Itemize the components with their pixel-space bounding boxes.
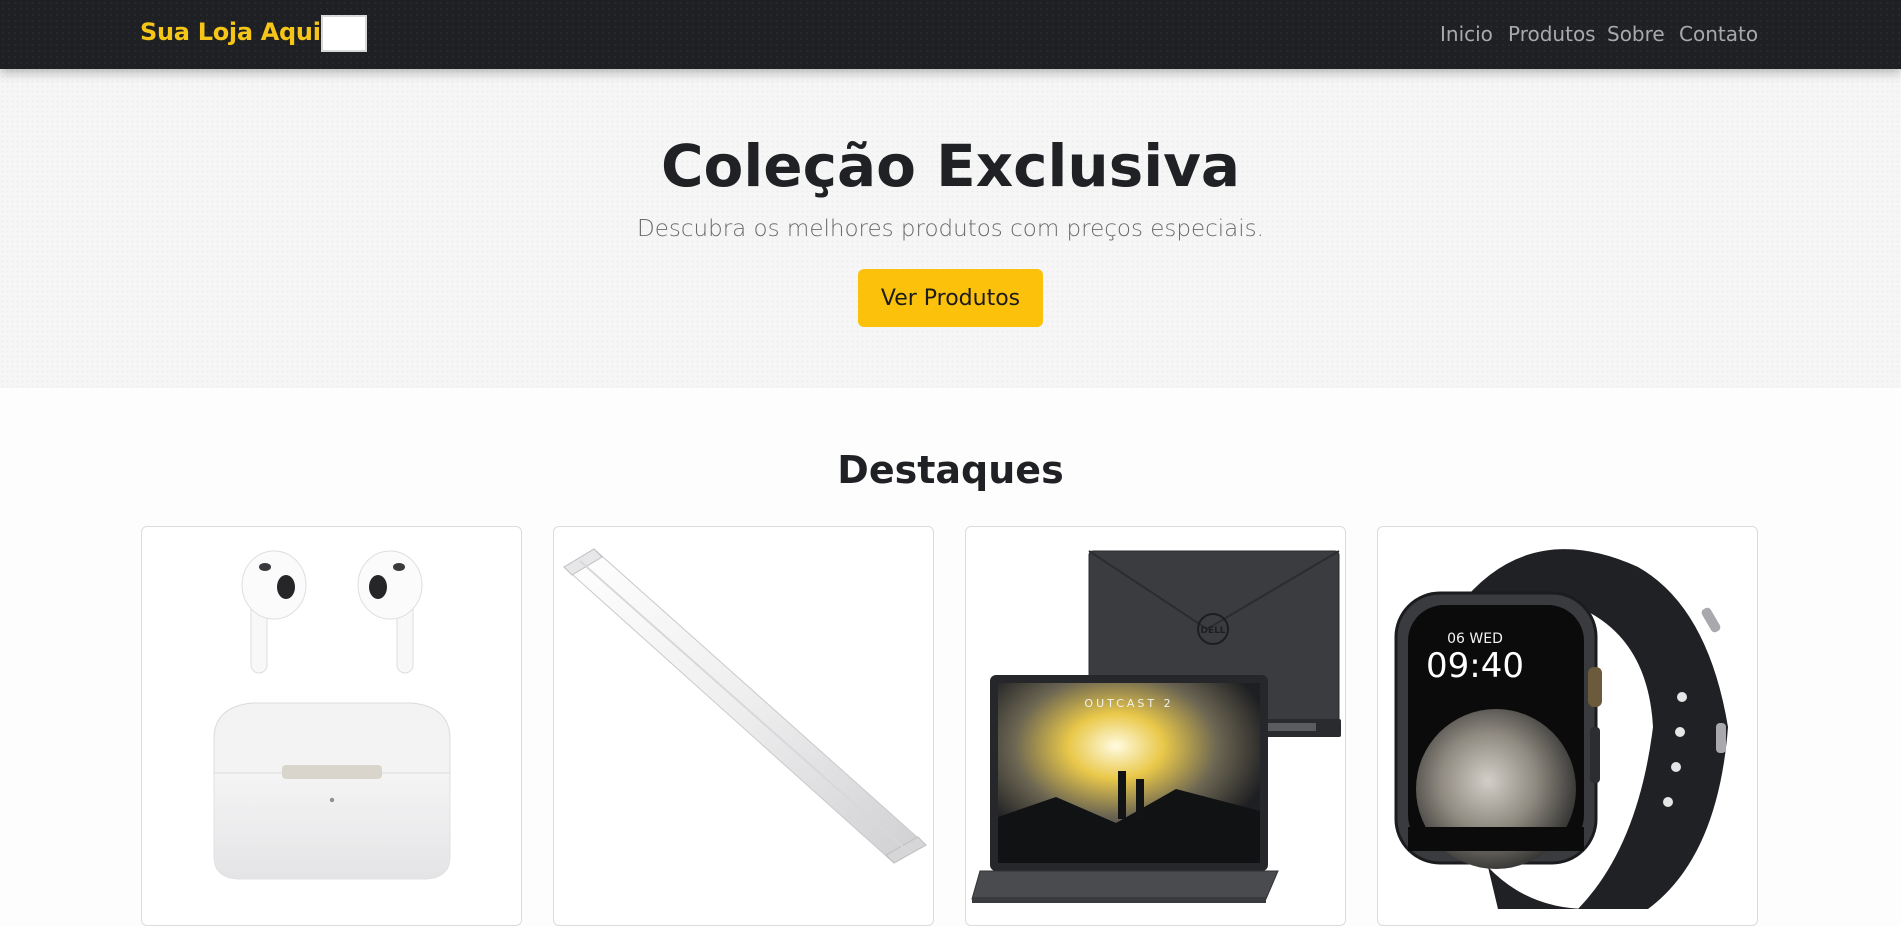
watch-date: 06 WED <box>1447 631 1503 647</box>
product-card[interactable]: DELL OUTCAST 2 <box>965 526 1346 926</box>
earbuds-image <box>213 550 451 880</box>
nav-link-inicio[interactable]: Inicio <box>1440 22 1493 46</box>
product-card[interactable] <box>141 526 522 926</box>
nav-link-contato[interactable]: Contato <box>1679 22 1758 46</box>
navbar: Sua Loja Aqui Inicio Produtos Sobre Cont… <box>0 0 1901 69</box>
hero-title: Coleção Exclusiva <box>660 132 1241 200</box>
brand-logo[interactable]: Sua Loja Aqui <box>140 18 321 46</box>
hero-section: Coleção Exclusiva Descubra os melhores p… <box>0 69 1901 388</box>
nav-link-produtos[interactable]: Produtos <box>1508 22 1596 46</box>
smartwatch-image: 06 WED 09:40 <box>1394 549 1728 909</box>
led-light-bar-image <box>563 548 927 864</box>
laptop-image: DELL OUTCAST 2 <box>971 550 1341 903</box>
nav-link-sobre[interactable]: Sobre <box>1607 22 1665 46</box>
hero-subtitle: Descubra os melhores produtos com preços… <box>637 216 1264 242</box>
product-card[interactable] <box>553 526 934 926</box>
featured-title: Destaques <box>837 448 1064 492</box>
watch-time: 09:40 <box>1426 646 1524 686</box>
laptop-logo: DELL <box>1200 626 1225 636</box>
laptop-screen-text: OUTCAST 2 <box>1084 697 1173 710</box>
navbar-toggler-button[interactable] <box>321 15 367 52</box>
view-products-button[interactable]: Ver Produtos <box>858 269 1043 327</box>
product-card[interactable]: 06 WED 09:40 <box>1377 526 1758 926</box>
